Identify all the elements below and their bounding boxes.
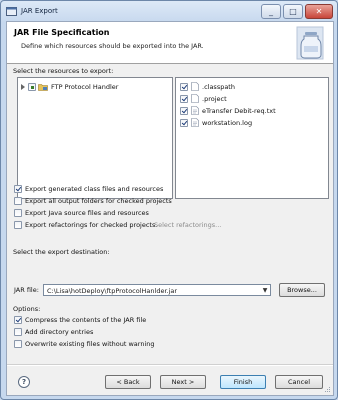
overwrite-label[interactable]: Overwrite existing files without warning: [25, 340, 155, 348]
maximize-button[interactable]: □: [283, 4, 303, 19]
compress-checkbox[interactable]: [14, 316, 22, 324]
export-refactorings-checkbox[interactable]: [14, 221, 22, 229]
footer-separator: [7, 364, 333, 366]
options-label: Options:: [13, 305, 41, 313]
export-source-label[interactable]: Export Java source files and resources: [25, 209, 149, 217]
project-folder-icon: [38, 84, 48, 91]
dialog-client-area: JAR File Specification Define which reso…: [6, 21, 334, 396]
window-title: JAR Export: [21, 7, 58, 15]
export-class-files-checkbox[interactable]: [14, 185, 22, 193]
next-button[interactable]: Next >: [160, 375, 206, 389]
browse-button[interactable]: Browse...: [279, 283, 325, 297]
file-checkbox[interactable]: [180, 119, 188, 127]
expand-arrow-icon[interactable]: [21, 84, 25, 90]
project-checkbox[interactable]: [28, 83, 36, 91]
file-label[interactable]: workstation.log: [202, 119, 252, 127]
file-icon: [191, 82, 199, 91]
resize-grip-icon[interactable]: [323, 385, 331, 393]
destination-label: Select the export destination:: [13, 248, 110, 256]
file-checkbox[interactable]: [180, 107, 188, 115]
tree-item-label[interactable]: FTP Protocol Handler: [51, 83, 118, 91]
page-description: Define which resources should be exporte…: [21, 42, 204, 50]
compress-label[interactable]: Compress the contents of the JAR file: [25, 316, 146, 324]
file-label[interactable]: .classpath: [202, 83, 235, 91]
jar-file-label: JAR file:: [14, 286, 39, 294]
minimize-button[interactable]: _: [261, 4, 281, 19]
file-label[interactable]: .project: [202, 95, 227, 103]
file-icon: [191, 94, 199, 103]
log-file-icon: [191, 118, 199, 127]
chevron-down-icon[interactable]: ▼: [259, 284, 271, 296]
directory-entries-checkbox[interactable]: [14, 328, 22, 336]
overwrite-checkbox[interactable]: [14, 340, 22, 348]
text-file-icon: [191, 106, 199, 115]
resource-files-panel[interactable]: .classpath .project eTransfer Debit-req.…: [175, 77, 329, 199]
directory-entries-label[interactable]: Add directory entries: [25, 328, 93, 336]
page-title: JAR File Specification: [14, 28, 110, 37]
export-source-checkbox[interactable]: [14, 209, 22, 217]
export-output-folders-label[interactable]: Export all output folders for checked pr…: [25, 197, 172, 205]
file-label[interactable]: eTransfer Debit-req.txt: [202, 107, 276, 115]
file-checkbox[interactable]: [180, 95, 188, 103]
file-checkbox[interactable]: [180, 83, 188, 91]
export-class-files-label[interactable]: Export generated class files and resourc…: [25, 185, 163, 193]
jar-icon: [296, 26, 324, 60]
jar-export-window: JAR Export _ □ ✕ JAR File Specification …: [0, 0, 338, 400]
cancel-button[interactable]: Cancel: [275, 375, 323, 389]
export-output-folders-checkbox[interactable]: [14, 197, 22, 205]
back-button[interactable]: < Back: [105, 375, 151, 389]
finish-button[interactable]: Finish: [220, 375, 266, 389]
select-refactorings-link[interactable]: Select refactorings...: [154, 221, 221, 229]
resources-label: Select the resources to export:: [13, 67, 114, 75]
wizard-header: JAR File Specification Define which reso…: [7, 22, 333, 64]
eclipse-app-icon: [6, 7, 17, 16]
export-refactorings-label[interactable]: Export refactorings for checked projects…: [25, 221, 157, 229]
jar-file-combo[interactable]: C:\Lisa\hotDeploy\ftpProtocolHanlder.jar: [43, 284, 271, 296]
help-button[interactable]: ?: [18, 376, 30, 388]
resource-tree-panel[interactable]: FTP Protocol Handler: [17, 77, 173, 199]
close-button[interactable]: ✕: [305, 4, 333, 19]
title-bar[interactable]: JAR Export _ □ ✕: [1, 1, 337, 21]
